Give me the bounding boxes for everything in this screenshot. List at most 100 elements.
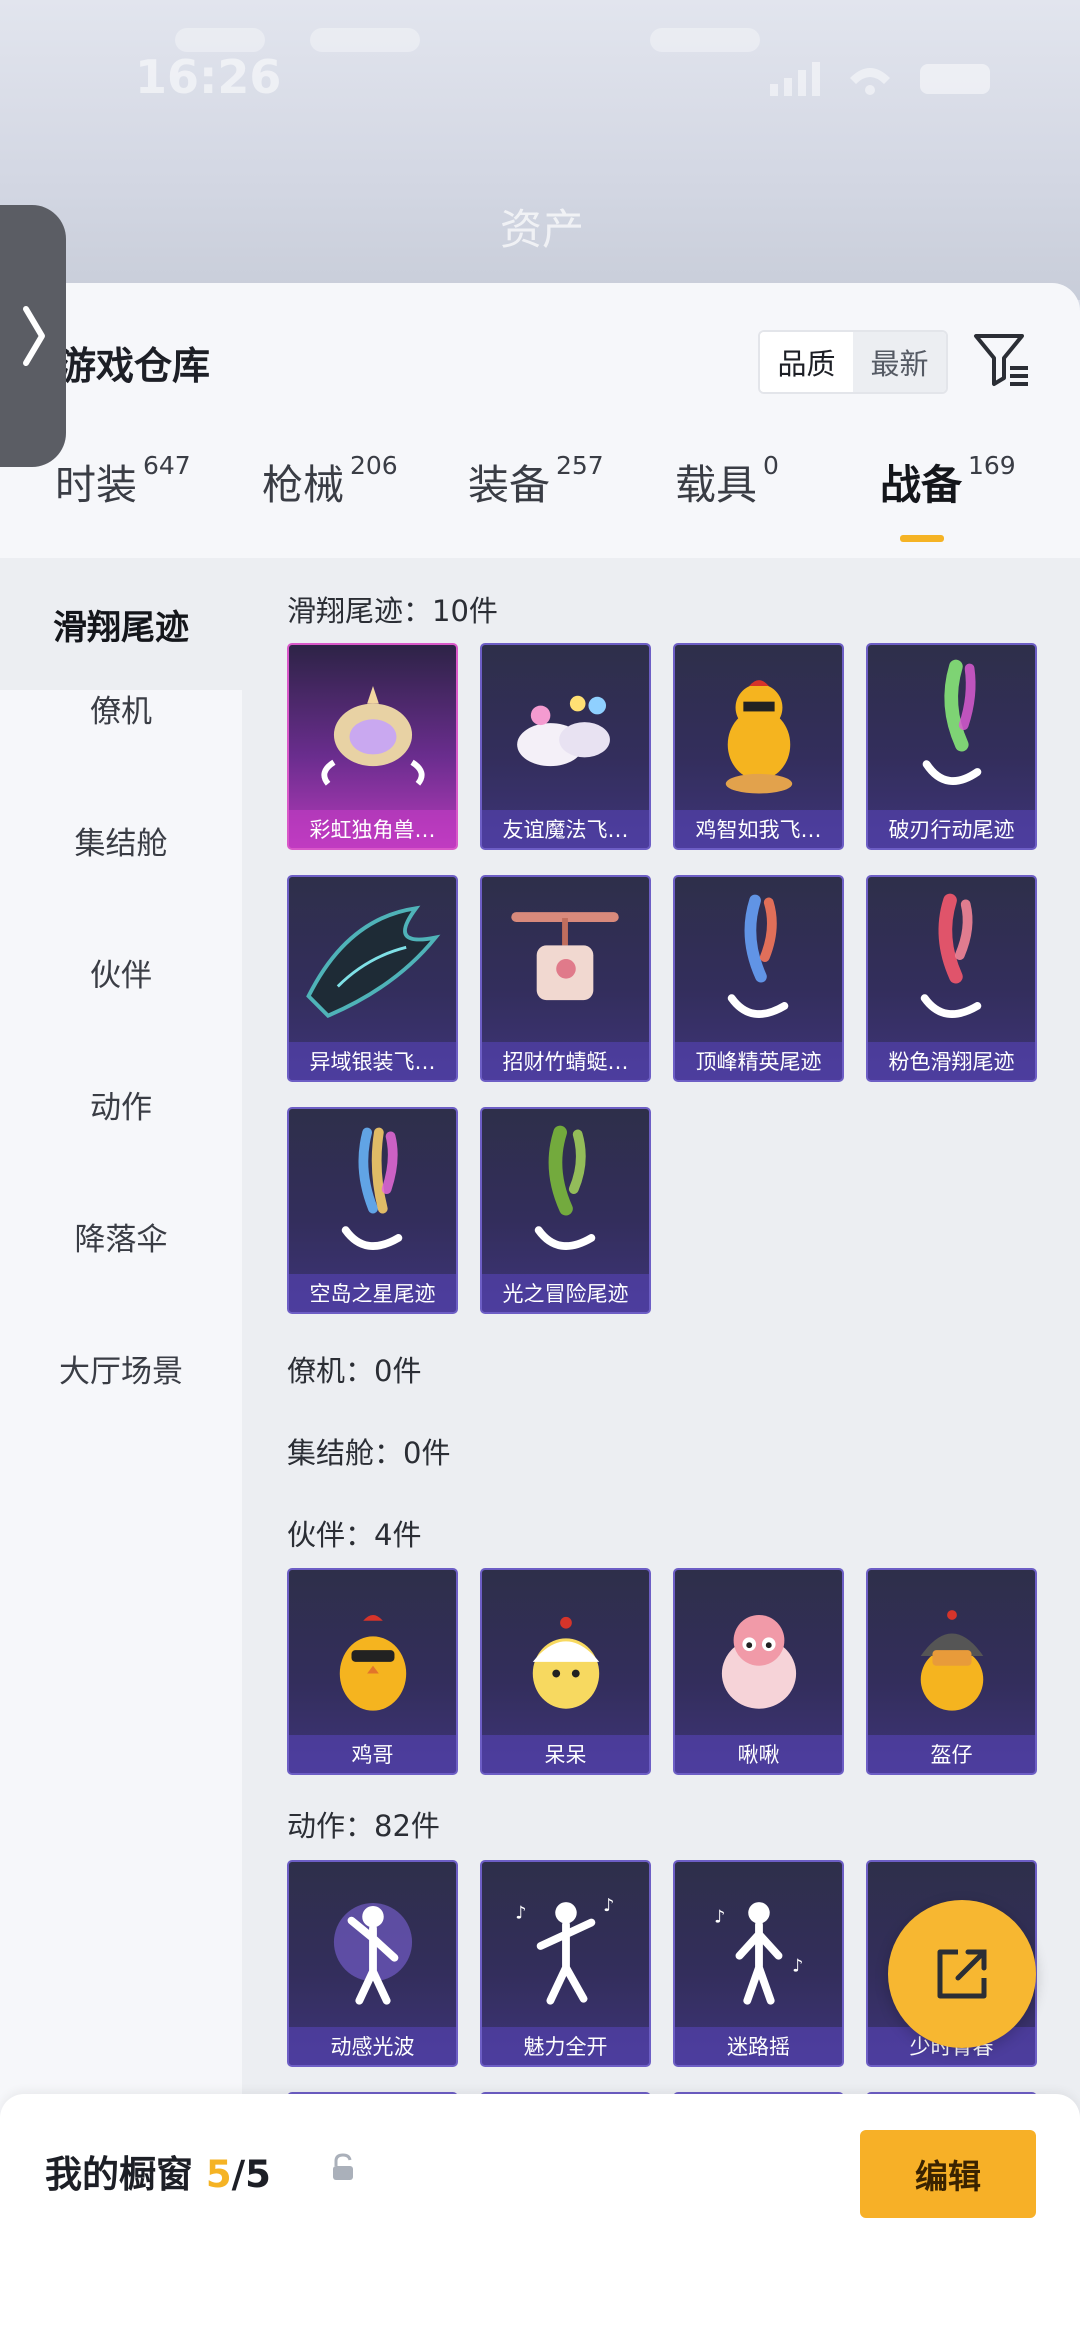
background-blur: 16:26 资产	[0, 0, 1080, 300]
backdrop-title: 资产	[500, 205, 585, 254]
item-card[interactable]: ♪ ♪ 魅力全开	[480, 1860, 651, 2067]
pink-bird-partner-icon	[721, 1614, 797, 1709]
item-card[interactable]: 盔仔	[866, 1568, 1037, 1775]
lock-icon	[333, 2153, 353, 2180]
tab-equipment[interactable]: 装备 257	[468, 451, 604, 511]
edit-button[interactable]: 编辑	[860, 2130, 1036, 2218]
helmet-chick-partner-icon	[920, 1610, 984, 1711]
sort-toggle[interactable]: 品质 最新	[758, 330, 948, 394]
smoke-trail-icon	[727, 894, 789, 1018]
svg-text:♪: ♪	[515, 1904, 526, 1924]
tab-fashion[interactable]: 时装 647	[55, 451, 191, 511]
svg-text:♪: ♪	[714, 1908, 725, 1928]
item-name: 魅力全开	[482, 2027, 649, 2065]
dance-figure-icon	[333, 1903, 413, 2005]
section-title-emote: 动作：82件	[287, 1809, 440, 1843]
dance-figure-icon: ♪♪	[714, 1902, 803, 2005]
showcase-title: 我的橱窗 5/5	[45, 2144, 271, 2198]
status-time: 16:26	[135, 50, 282, 104]
tab-label: 枪械	[262, 461, 344, 509]
item-name: 动感光波	[289, 2027, 456, 2065]
blur-shape	[175, 28, 265, 52]
tab-count: 647	[143, 451, 191, 480]
item-name: 破刃行动尾迹	[868, 810, 1035, 848]
item-name: 盔仔	[868, 1735, 1035, 1773]
item-name: 啾啾	[675, 1735, 842, 1773]
item-card[interactable]: 招财竹蜻蜓…	[480, 875, 651, 1082]
svg-text:♪: ♪	[792, 1956, 803, 1976]
unicorn-glider-icon	[321, 686, 425, 786]
item-name: 光之冒险尾迹	[482, 1274, 649, 1312]
tab-label: 战备	[880, 461, 962, 509]
section-title-glide-trail: 滑翔尾迹：10件	[287, 594, 498, 628]
item-card[interactable]: 友谊魔法飞…	[480, 643, 651, 850]
item-card[interactable]: 彩虹独角兽…	[287, 643, 458, 850]
item-card[interactable]: 光之冒险尾迹	[480, 1107, 651, 1314]
sidebar-item-wingman[interactable]: 僚机	[0, 668, 242, 748]
item-card[interactable]: 空岛之星尾迹	[287, 1107, 458, 1314]
page-title: 游戏仓库	[58, 344, 211, 388]
share-icon	[937, 1949, 987, 1999]
item-card[interactable]: 破刃行动尾迹	[866, 643, 1037, 850]
item-card[interactable]: ♪ ♪ 迷路摇	[673, 1860, 844, 2067]
item-card[interactable]: 鸡智如我飞…	[673, 643, 844, 850]
item-name: 友谊魔法飞…	[482, 810, 649, 848]
item-name: 呆呆	[482, 1735, 649, 1773]
item-name: 招财竹蜻蜓…	[482, 1042, 649, 1080]
showcase-current: 5	[205, 2153, 232, 2196]
item-name: 粉色滑翔尾迹	[868, 1042, 1035, 1080]
filter-icon[interactable]	[970, 328, 1034, 392]
subcategory-sidebar: 滑翔尾迹 僚机 集结舱 伙伴 动作 降落伞 大厅场景	[0, 558, 242, 2341]
item-card[interactable]: 鸡哥	[287, 1568, 458, 1775]
item-card[interactable]: 异域银装飞…	[287, 875, 458, 1082]
sidebar-item-capsule[interactable]: 集结舱	[0, 800, 242, 880]
tab-weapons[interactable]: 枪械 206	[262, 451, 398, 511]
section-title-wingman: 僚机：0件	[287, 1354, 422, 1388]
sidebar-item-partner[interactable]: 伙伴	[0, 932, 242, 1012]
category-tabs: 时装 647 枪械 206 装备 257 载具 0 战备 169	[0, 433, 1080, 533]
tab-vehicles[interactable]: 载具 0	[675, 451, 779, 511]
smoke-trail-icon	[534, 1125, 596, 1250]
sidebar-item-parachute[interactable]: 降落伞	[0, 1196, 242, 1276]
item-name: 彩虹独角兽…	[289, 810, 456, 848]
item-card[interactable]: 呆呆	[480, 1568, 651, 1775]
sort-newest-option[interactable]: 最新	[853, 332, 946, 392]
sort-quality-option[interactable]: 品质	[760, 332, 853, 392]
item-name: 迷路摇	[675, 2027, 842, 2065]
tab-count: 206	[350, 451, 398, 480]
chevron-right-icon	[23, 306, 45, 366]
item-card[interactable]: 顶峰精英尾迹	[673, 875, 844, 1082]
tab-count: 0	[763, 451, 779, 480]
smoke-trail-icon	[922, 659, 982, 785]
dance-figure-icon: ♪♪	[515, 1896, 614, 2005]
sidebar-item-emote[interactable]: 动作	[0, 1064, 242, 1144]
magic-flyer-icon	[517, 695, 610, 767]
chicken-glider-icon	[725, 680, 793, 794]
section-title-capsule: 集结舱：0件	[287, 1436, 451, 1470]
item-card[interactable]: 啾啾	[673, 1568, 844, 1775]
smoke-trail-icon	[341, 1127, 403, 1250]
tab-label: 装备	[468, 461, 550, 509]
tab-count: 257	[556, 451, 604, 480]
tab-label: 载具	[675, 461, 757, 509]
item-card[interactable]: 动感光波	[287, 1860, 458, 2067]
svg-text:♪: ♪	[603, 1896, 614, 1916]
chicken-partner-icon	[339, 1614, 407, 1711]
status-icons	[770, 62, 990, 96]
item-card[interactable]: 粉色滑翔尾迹	[866, 875, 1037, 1082]
collapse-handle[interactable]	[0, 205, 66, 467]
item-grid-area: 滑翔尾迹：10件 彩虹独角兽… 友谊魔法飞… 鸡智如我飞… 破刃行动尾迹 异域银…	[242, 558, 1080, 2341]
blur-shape	[310, 28, 420, 52]
sidebar-item-lobby-scene[interactable]: 大厅场景	[0, 1328, 242, 1408]
item-name: 异域银装飞…	[289, 1042, 456, 1080]
item-name: 空岛之星尾迹	[289, 1274, 456, 1312]
tab-tactical-gear[interactable]: 战备 169	[880, 451, 1016, 511]
exotic-silver-glider-icon	[306, 905, 441, 1019]
showcase-count: 5/5	[206, 2153, 271, 2196]
tab-label: 时装	[55, 461, 137, 509]
share-button[interactable]	[888, 1900, 1036, 2048]
showcase-bar: 我的橱窗 5/5 编辑	[0, 2094, 1080, 2341]
showcase-total: 5	[245, 2153, 271, 2196]
showcase-label: 我的橱窗	[45, 2153, 193, 2196]
egg-chick-partner-icon	[532, 1616, 600, 1709]
